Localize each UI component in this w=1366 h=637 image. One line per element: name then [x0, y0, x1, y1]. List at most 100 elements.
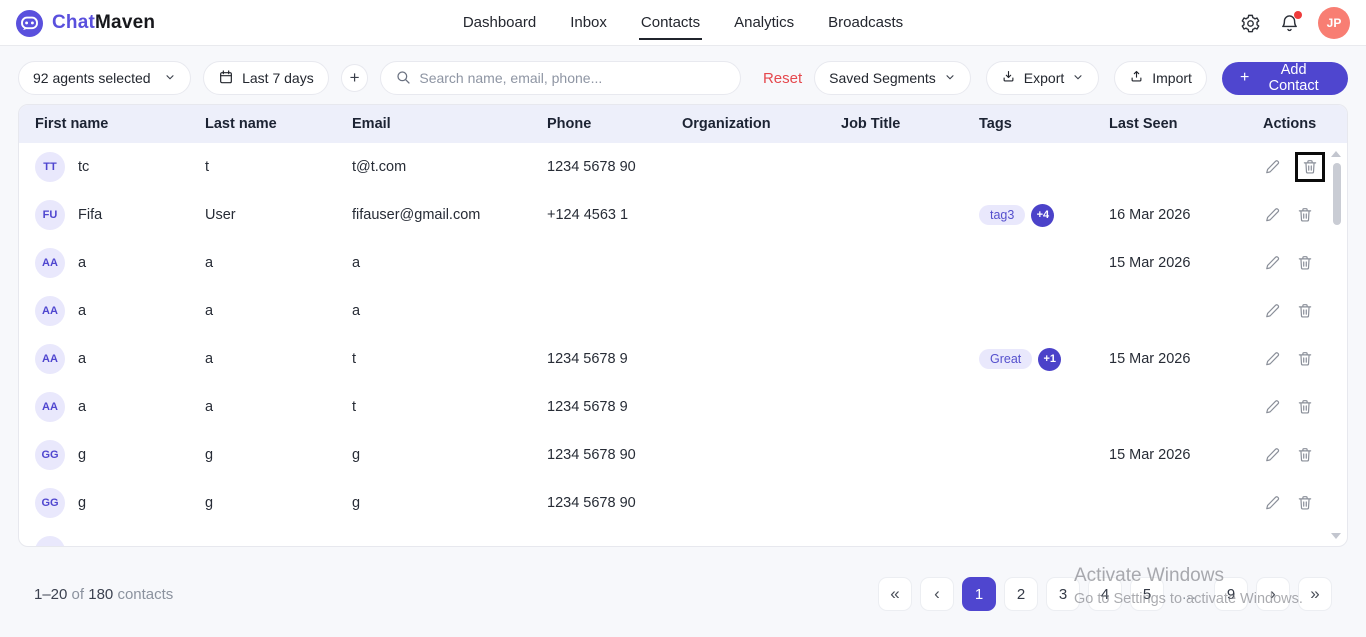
table-row: AAaaa [19, 287, 1347, 335]
table-footer: 1–20 of 180 contacts «‹12345…9›» [0, 577, 1366, 611]
phone-cell: +124 4563 1 [547, 207, 682, 223]
delete-trash-icon[interactable] [1295, 301, 1315, 321]
export-dropdown[interactable]: Export [986, 61, 1099, 95]
first-name-cell: tc [78, 159, 89, 175]
page-button-1[interactable]: 1 [962, 577, 996, 611]
pagination-first[interactable]: « [878, 577, 912, 611]
contacts-table-body: TTtctt@t.com1234 5678 90FUFifaUserfifaus… [19, 143, 1347, 547]
table-row: GGggg1234 5678 9015 Mar 2026 [19, 431, 1347, 479]
first-name-cell: g [78, 447, 86, 463]
last-name-cell: t [205, 159, 352, 175]
chevron-down-icon [1072, 70, 1084, 86]
column-header-organization: Organization [682, 116, 841, 132]
saved-segments-dropdown[interactable]: Saved Segments [814, 61, 971, 95]
plus-icon: + [1240, 69, 1249, 87]
edit-pencil-icon[interactable] [1263, 397, 1283, 417]
tags-cell: tag3 +4 [979, 204, 1109, 227]
nav-tab-broadcasts[interactable]: Broadcasts [813, 0, 918, 46]
phone-cell: 1234 5678 90 [547, 447, 682, 463]
page-button-4[interactable]: 4 [1088, 577, 1122, 611]
settings-gear-icon[interactable] [1240, 13, 1261, 34]
edit-pencil-icon[interactable] [1263, 301, 1283, 321]
nav-tab-analytics[interactable]: Analytics [719, 0, 809, 46]
delete-trash-icon[interactable] [1295, 445, 1315, 465]
page-button-2[interactable]: 2 [1004, 577, 1038, 611]
actions-cell [1263, 445, 1347, 465]
table-row [19, 527, 1347, 547]
delete-trash-icon[interactable] [1295, 152, 1325, 182]
page-button-5[interactable]: 5 [1130, 577, 1164, 611]
notifications-bell-icon[interactable] [1279, 13, 1300, 34]
phone-cell: 1234 5678 9 [547, 399, 682, 415]
last-seen-cell: 16 Mar 2026 [1109, 207, 1263, 223]
edit-pencil-icon[interactable] [1263, 445, 1283, 465]
scrollbar-down-arrow[interactable] [1331, 533, 1341, 539]
first-name-cell: a [78, 351, 86, 367]
contact-avatar: GG [35, 488, 65, 518]
tag-more-badge[interactable]: +1 [1038, 348, 1061, 371]
page-button-9[interactable]: 9 [1214, 577, 1248, 611]
delete-trash-icon[interactable] [1295, 493, 1315, 513]
nav-tab-dashboard[interactable]: Dashboard [448, 0, 551, 46]
edit-pencil-icon[interactable] [1263, 205, 1283, 225]
contact-avatar: TT [35, 152, 65, 182]
table-row: GGggg1234 5678 90 [19, 479, 1347, 527]
tag-pill[interactable]: tag3 [979, 205, 1025, 225]
table-row: TTtctt@t.com1234 5678 90 [19, 143, 1347, 191]
edit-pencil-icon[interactable] [1263, 349, 1283, 369]
column-header-first-name: First name [35, 116, 205, 132]
pagination: «‹12345…9›» [878, 577, 1332, 611]
page-button-3[interactable]: 3 [1046, 577, 1080, 611]
column-header-job-title: Job Title [841, 116, 979, 132]
tag-pill[interactable]: Great [979, 349, 1032, 369]
nav-tab-contacts[interactable]: Contacts [626, 0, 715, 46]
first-name-cell: g [78, 495, 86, 511]
contact-avatar: AA [35, 344, 65, 374]
last-name-cell: a [205, 351, 352, 367]
delete-trash-icon[interactable] [1295, 349, 1315, 369]
first-name-cell: a [78, 255, 86, 271]
add-contact-label: Add Contact [1257, 62, 1330, 94]
chevron-down-icon [944, 70, 956, 86]
tag-more-badge[interactable]: +4 [1031, 204, 1054, 227]
edit-pencil-icon[interactable] [1263, 493, 1283, 513]
edit-pencil-icon[interactable] [1263, 157, 1283, 177]
contacts-table: First nameLast nameEmailPhoneOrganizatio… [18, 104, 1348, 547]
reset-filters-link[interactable]: Reset [763, 70, 802, 87]
upload-icon [1129, 69, 1144, 87]
contact-avatar: AA [35, 296, 65, 326]
import-button[interactable]: Import [1114, 61, 1207, 95]
phone-cell: 1234 5678 9 [547, 351, 682, 367]
export-label: Export [1024, 70, 1064, 86]
table-row: AAaaa15 Mar 2026 [19, 239, 1347, 287]
delete-trash-icon[interactable] [1295, 253, 1315, 273]
date-range-picker[interactable]: Last 7 days [203, 61, 329, 95]
results-count: 1–20 of 180 contacts [34, 586, 173, 603]
scrollbar-up-arrow[interactable] [1331, 151, 1341, 157]
search-box[interactable] [380, 61, 741, 95]
last-name-cell: User [205, 207, 352, 223]
table-row: AAaat1234 5678 9 [19, 383, 1347, 431]
contacts-page: ChatMaven DashboardInboxContactsAnalytic… [0, 0, 1366, 637]
delete-trash-icon[interactable] [1295, 397, 1315, 417]
notification-dot [1294, 11, 1302, 19]
email-cell: t [352, 399, 547, 415]
brand[interactable]: ChatMaven [16, 10, 276, 37]
agents-dropdown[interactable]: 92 agents selected [18, 61, 191, 95]
add-contact-button[interactable]: + Add Contact [1222, 62, 1348, 95]
email-cell: g [352, 447, 547, 463]
search-input[interactable] [419, 70, 726, 86]
first-name-cell: Fifa [78, 207, 102, 223]
edit-pencil-icon[interactable] [1263, 253, 1283, 273]
nav-tab-inbox[interactable]: Inbox [555, 0, 622, 46]
pagination-next[interactable]: › [1256, 577, 1290, 611]
scrollbar-thumb[interactable] [1333, 163, 1341, 225]
top-bar: ChatMaven DashboardInboxContactsAnalytic… [0, 0, 1366, 46]
delete-trash-icon[interactable] [1295, 205, 1315, 225]
pagination-last[interactable]: » [1298, 577, 1332, 611]
pagination-prev[interactable]: ‹ [920, 577, 954, 611]
profile-avatar[interactable]: JP [1318, 7, 1350, 39]
last-name-cell: g [205, 447, 352, 463]
last-seen-cell: 15 Mar 2026 [1109, 351, 1263, 367]
add-filter-button[interactable]: + [341, 64, 369, 92]
